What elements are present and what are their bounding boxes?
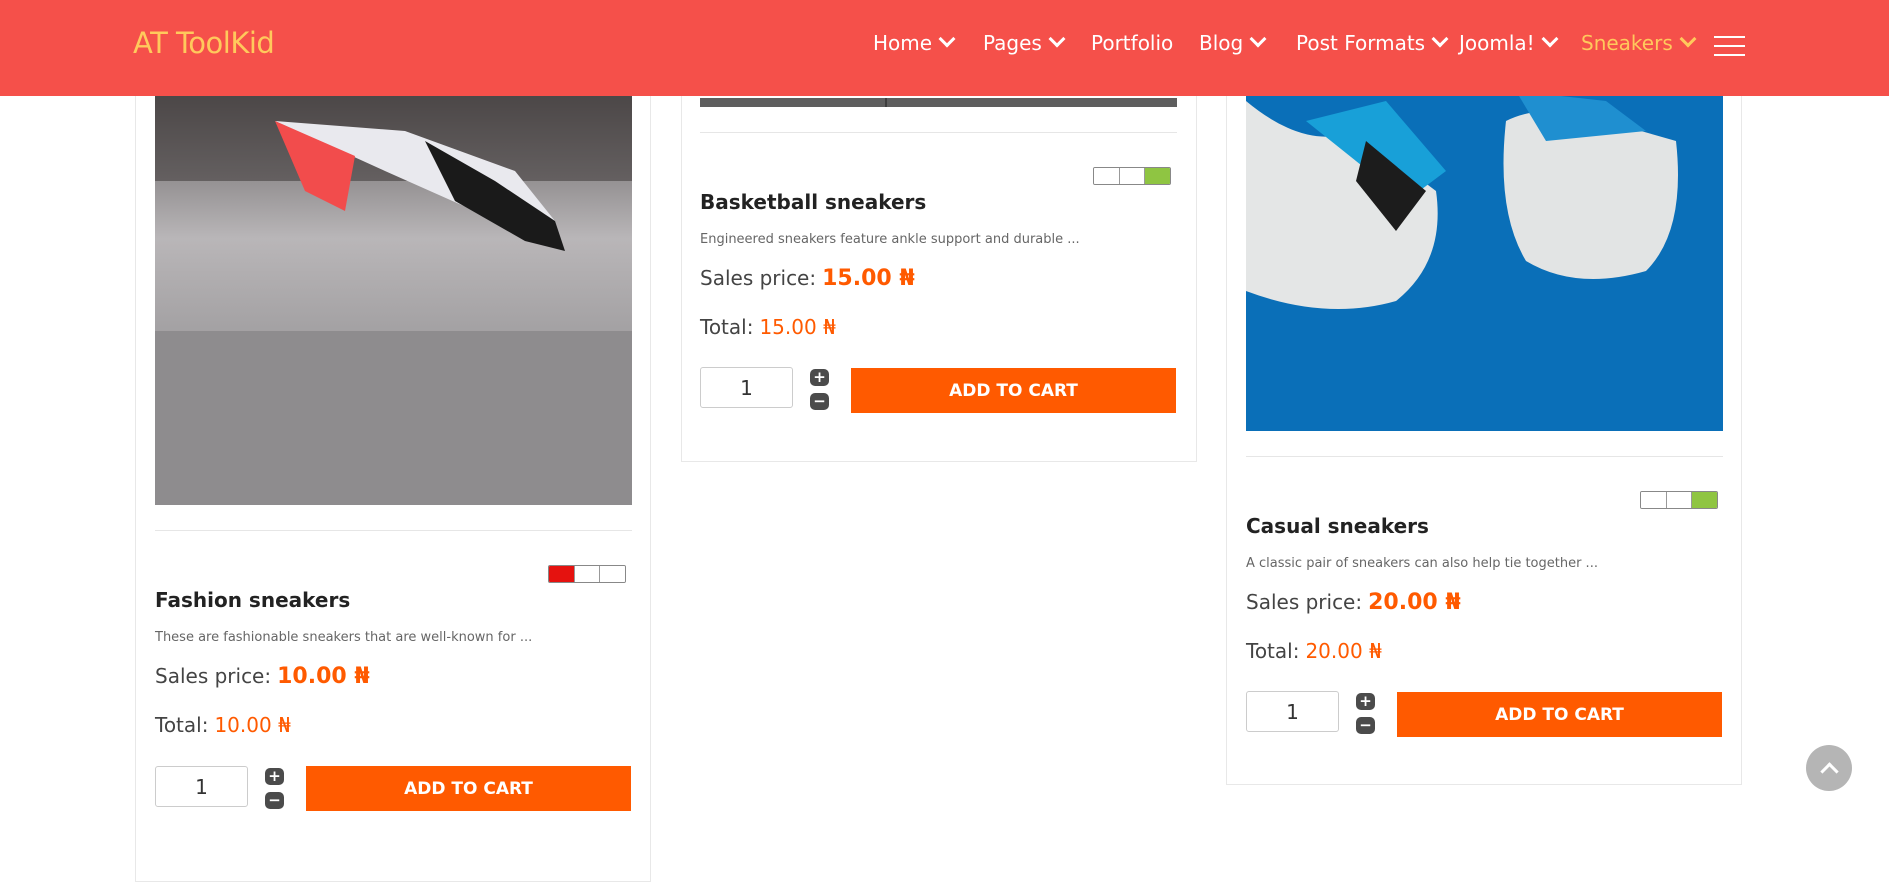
nav-item-home[interactable]: Home [873,30,956,55]
nav-item-portfolio[interactable]: Portfolio [1091,31,1173,55]
total-row: Total: 10.00 ₦ [155,713,291,737]
nav-item-sneakers[interactable]: Sneakers [1581,30,1697,55]
product-card-basketball: Basketball sneakers Engineered sneakers … [681,60,1197,462]
chevron-down-icon [1679,30,1697,48]
product-title[interactable]: Fashion sneakers [155,588,350,612]
total-value: 10.00 ₦ [214,713,291,737]
chevron-down-icon [1431,30,1449,48]
nav-label: Joomla! [1459,31,1535,55]
sales-price-row: Sales price: 20.00 ₦ [1246,590,1461,615]
total-value: 20.00 ₦ [1305,639,1382,663]
stock-level-segment [1692,492,1717,508]
product-description: These are fashionable sneakers that are … [155,630,533,645]
minus-icon[interactable]: − [810,393,829,410]
plus-icon[interactable]: + [265,768,284,785]
scroll-to-top-button[interactable] [1806,745,1852,791]
sales-price-row: Sales price: 15.00 ₦ [700,266,915,291]
product-description: A classic pair of sneakers can also help… [1246,556,1598,571]
stock-level-segment [549,566,575,582]
quantity-input[interactable] [155,766,248,807]
stock-level-indicator [548,565,626,583]
chevron-down-icon [1541,30,1559,48]
card-divider [155,530,632,531]
stock-level-segment [600,566,625,582]
sneaker-photo [155,61,632,505]
stock-level-indicator [1093,167,1171,185]
site-logo[interactable]: AT ToolKid [133,26,275,60]
stock-level-segment [1641,492,1667,508]
hamburger-bar [1714,54,1745,56]
nav-label: Home [873,31,933,55]
sales-price-value: 10.00 ₦ [277,664,370,689]
total-row: Total: 15.00 ₦ [700,315,836,339]
stock-level-segment [574,566,601,582]
total-label: Total: [700,315,754,339]
plus-icon[interactable]: + [1356,693,1375,710]
sales-price-label: Sales price: [1246,590,1363,614]
sales-price-row: Sales price: 10.00 ₦ [155,664,370,689]
total-value: 15.00 ₦ [759,315,836,339]
card-divider [700,132,1177,133]
total-row: Total: 20.00 ₦ [1246,639,1382,663]
product-image[interactable] [700,95,1177,107]
product-title[interactable]: Casual sneakers [1246,514,1429,538]
stock-level-segment [1666,492,1693,508]
nav-label: Post Formats [1296,31,1426,55]
chevron-down-icon [1048,30,1066,48]
quantity-input[interactable] [700,367,793,408]
nav-label: Portfolio [1091,31,1174,55]
sneaker-photo [700,98,1177,107]
hamburger-icon[interactable] [1714,36,1745,56]
product-card-fashion: Fashion sneakers These are fashionable s… [135,60,651,882]
nav-item-pages[interactable]: Pages [983,30,1066,55]
quantity-input[interactable] [1246,691,1339,732]
plus-icon[interactable]: + [810,369,829,386]
sales-price-value: 15.00 ₦ [822,266,915,291]
add-to-cart-button[interactable]: ADD TO CART [306,766,631,811]
add-to-cart-button[interactable]: ADD TO CART [1397,692,1722,737]
stock-level-segment [1145,168,1170,184]
card-divider [1246,456,1723,457]
minus-icon[interactable]: − [1356,717,1375,734]
total-label: Total: [1246,639,1300,663]
product-image[interactable] [1246,61,1723,431]
nav-label: Sneakers [1581,31,1673,55]
nav-label: Pages [983,31,1042,55]
nav-label: Blog [1199,31,1244,55]
add-to-cart-button[interactable]: ADD TO CART [851,368,1176,413]
site-header: AT ToolKid Home Pages Portfolio Blog Pos… [0,0,1889,96]
hamburger-bar [1714,45,1745,47]
chevron-down-icon [938,30,956,48]
total-label: Total: [155,713,209,737]
sales-price-value: 20.00 ₦ [1368,590,1461,615]
chevron-down-icon [1249,30,1267,48]
stock-level-segment [1094,168,1120,184]
product-card-casual: Casual sneakers A classic pair of sneake… [1226,60,1742,785]
minus-icon[interactable]: − [265,792,284,809]
product-image[interactable] [155,61,632,505]
stock-level-indicator [1640,491,1718,509]
hamburger-bar [1714,36,1745,38]
nav-item-blog[interactable]: Blog [1199,30,1267,55]
nav-item-joomla[interactable]: Joomla! [1459,30,1559,55]
stock-level-segment [1119,168,1146,184]
sneaker-photo [1246,61,1723,431]
nav-item-post-formats[interactable]: Post Formats [1296,30,1449,55]
sales-price-label: Sales price: [155,664,272,688]
product-title[interactable]: Basketball sneakers [700,190,926,214]
product-description: Engineered sneakers feature ankle suppor… [700,232,1080,247]
sales-price-label: Sales price: [700,266,817,290]
